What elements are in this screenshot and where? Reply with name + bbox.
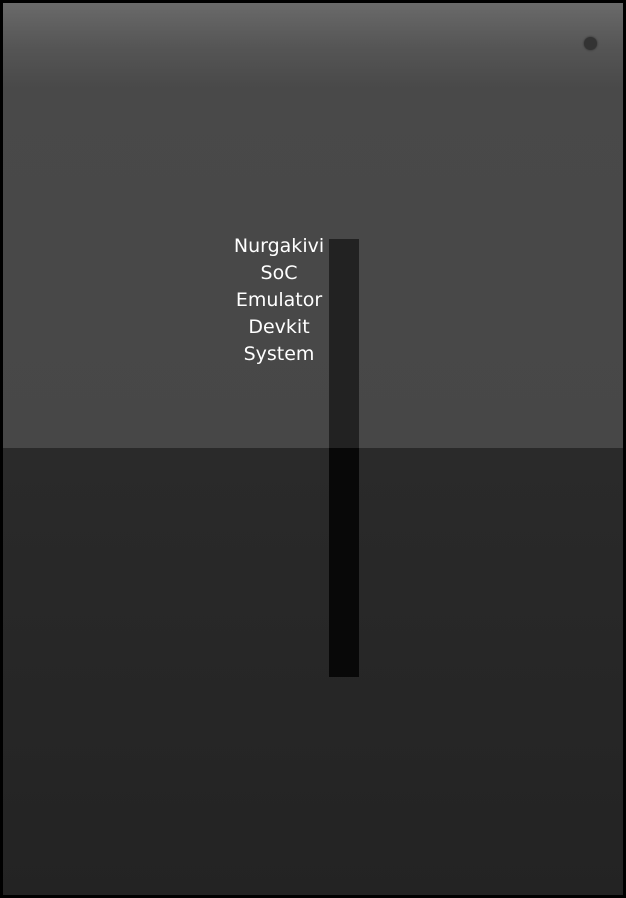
upper-panel: [3, 3, 623, 448]
product-title: Nurgakivi SoC Emulator Devkit System: [229, 233, 329, 368]
title-line: Devkit: [248, 316, 310, 338]
status-dot-icon: [584, 37, 597, 50]
title-line: Nurgakivi: [233, 235, 325, 257]
title-line: System: [243, 343, 315, 365]
vertical-post-upper: [329, 239, 359, 448]
lower-panel: [3, 448, 623, 895]
vertical-post-lower: [329, 448, 359, 677]
device-frame: Nurgakivi SoC Emulator Devkit System: [0, 0, 626, 898]
title-line: SoC: [260, 262, 298, 284]
title-line: Emulator: [235, 289, 323, 311]
